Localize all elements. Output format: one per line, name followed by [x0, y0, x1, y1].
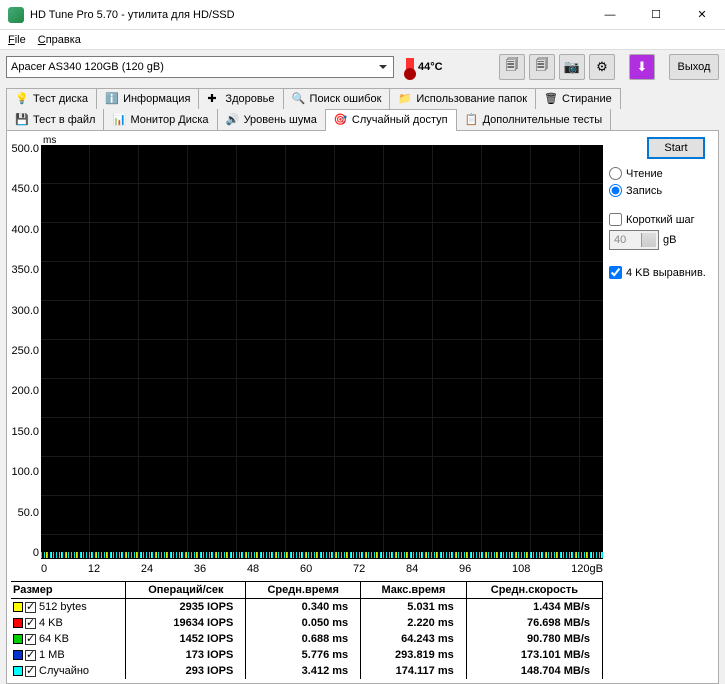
tab-здоровье[interactable]: ✚Здоровье: [198, 88, 283, 109]
menubar: File Справка: [0, 30, 725, 50]
tab-поиск-ошибок[interactable]: 🔍Поиск ошибок: [283, 88, 391, 109]
copy-screenshot-button[interactable]: 🗐: [529, 54, 555, 80]
temperature: 44°C: [406, 58, 443, 76]
tab-тест-в-файл[interactable]: 💾Тест в файл: [6, 109, 104, 130]
tab-icon: 🔊: [226, 113, 240, 127]
settings-button[interactable]: ⚙: [589, 54, 615, 80]
exit-button[interactable]: Выход: [669, 54, 719, 80]
tab-icon: ✚: [207, 92, 221, 106]
menu-file[interactable]: File: [8, 34, 26, 46]
row-checkbox[interactable]: [25, 650, 36, 661]
tab-icon: 💡: [15, 92, 29, 106]
table-row: 64 KB1452 IOPS0.688 ms64.243 ms90.780 MB…: [11, 631, 603, 647]
chart-area: 500.0450.0400.0350.0300.0250.0200.0150.0…: [11, 135, 603, 579]
step-spinner[interactable]: 40gB: [609, 230, 714, 250]
side-panel: Start Чтение Запись Короткий шаг 40gB 4 …: [609, 135, 714, 679]
row-checkbox[interactable]: [25, 602, 36, 613]
checkbox-4kb-align[interactable]: 4 KB выравнив.: [609, 266, 714, 279]
y-unit: ms: [43, 135, 56, 146]
start-button[interactable]: Start: [647, 137, 705, 159]
tab-тест-диска[interactable]: 💡Тест диска: [6, 88, 97, 109]
tab-дополнительные-тесты[interactable]: 📋Дополнительные тесты: [456, 109, 612, 130]
radio-write[interactable]: Запись: [609, 184, 714, 197]
table-row: Случайно293 IOPS3.412 ms174.117 ms148.70…: [11, 663, 603, 679]
results-table: РазмерОпераций/секСредн.времяМакс.времяС…: [11, 581, 603, 679]
table-row: 512 bytes2935 IOPS0.340 ms5.031 ms1.434 …: [11, 599, 603, 616]
row-checkbox[interactable]: [25, 618, 36, 629]
y-axis: 500.0450.0400.0350.0300.0250.0200.0150.0…: [11, 135, 41, 579]
tab-случайный-доступ[interactable]: 🎯Случайный доступ: [325, 109, 457, 131]
radio-read[interactable]: Чтение: [609, 167, 714, 180]
titlebar: HD Tune Pro 5.70 - утилита для HD/SSD — …: [0, 0, 725, 30]
drive-select[interactable]: Apacer AS340 120GB (120 gB): [6, 56, 394, 78]
tab-icon: 📊: [112, 113, 126, 127]
tab-icon: 📁: [398, 92, 412, 106]
close-button[interactable]: ✕: [679, 0, 725, 29]
thermometer-icon: [406, 58, 414, 76]
tab-icon: 🎯: [334, 113, 348, 127]
tab-информация[interactable]: ℹ️Информация: [96, 88, 199, 109]
tab-icon: ℹ️: [105, 92, 119, 106]
table-row: 4 KB19634 IOPS0.050 ms2.220 ms76.698 MB/…: [11, 615, 603, 631]
maximize-button[interactable]: ☐: [633, 0, 679, 29]
checkbox-short-step[interactable]: Короткий шаг: [609, 213, 714, 226]
copy-info-button[interactable]: 🗐: [499, 54, 525, 80]
row-checkbox[interactable]: [25, 634, 36, 645]
menu-help[interactable]: Справка: [38, 34, 81, 46]
tab-использование-папок[interactable]: 📁Использование папок: [389, 88, 536, 109]
x-axis: 01224364860728496108120gB: [41, 561, 603, 579]
tab-icon: 📋: [465, 113, 479, 127]
chart-plot: ms 01224364860728496108120gB: [41, 135, 603, 579]
tab-стирание[interactable]: 🗑Стирание: [535, 88, 621, 109]
tab-icon: 🔍: [292, 92, 306, 106]
row-checkbox[interactable]: [25, 666, 36, 677]
minimize-button[interactable]: —: [587, 0, 633, 29]
tab-монитор-диска[interactable]: 📊Монитор Диска: [103, 109, 217, 130]
tabstrip: 💡Тест дискаℹ️Информация✚Здоровье🔍Поиск о…: [0, 84, 725, 130]
table-row: 1 MB173 IOPS5.776 ms293.819 ms173.101 MB…: [11, 647, 603, 663]
tab-content: 500.0450.0400.0350.0300.0250.0200.0150.0…: [6, 130, 719, 684]
tab-icon: 🗑: [544, 92, 558, 106]
tab-icon: 💾: [15, 113, 29, 127]
title-text: HD Tune Pro 5.70 - утилита для HD/SSD: [30, 9, 587, 21]
save-button[interactable]: ⬇: [629, 54, 655, 80]
tab-уровень-шума[interactable]: 🔊Уровень шума: [217, 109, 326, 130]
screenshot-button[interactable]: 📷: [559, 54, 585, 80]
app-icon: [8, 7, 24, 23]
toolbar: Apacer AS340 120GB (120 gB) 44°C 🗐 🗐 📷 ⚙…: [0, 50, 725, 84]
